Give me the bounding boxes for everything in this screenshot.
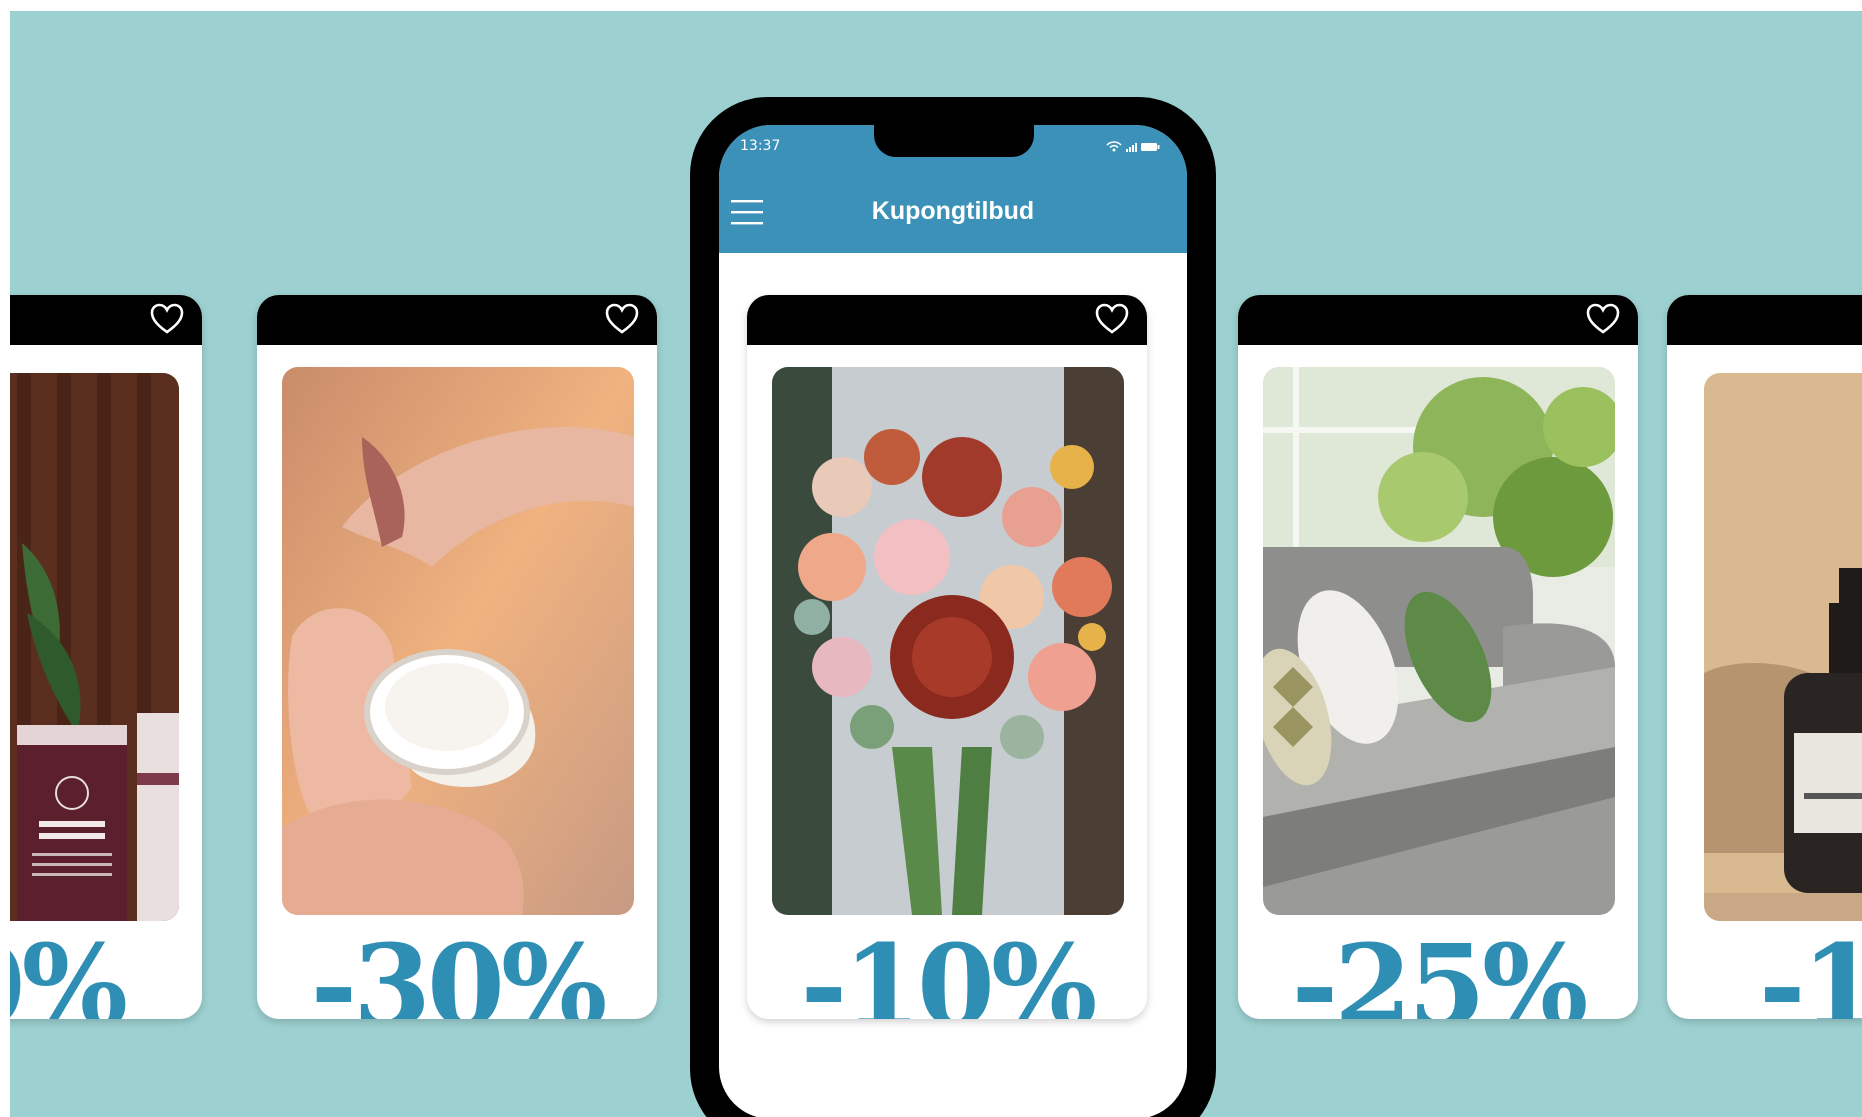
heart-icon[interactable] [150,303,184,335]
coupon-card-bouquet[interactable]: -10% [747,295,1147,1019]
hand-cream-photo [282,367,634,915]
card-header-bar [747,295,1147,345]
phone-screen: 13:37 Kupongtilbud -10% [719,125,1187,1117]
status-icons [1106,141,1160,152]
coupon-card-hand-cream[interactable]: -30% [257,295,657,1019]
app-bar: 13:37 Kupongtilbud [719,125,1187,253]
coupon-card-sofa[interactable]: -25% [1238,295,1638,1019]
discount-label: -15 [1759,921,1862,1020]
discount-label: 0% [10,921,128,1020]
wifi-icon [1106,141,1122,152]
discount-label: -25% [1291,921,1589,1020]
discount-label: -10% [800,921,1098,1020]
heart-icon[interactable] [605,303,639,335]
card-header-bar [1238,295,1638,345]
card-header-bar [257,295,657,345]
coupon-card-coffee[interactable]: 0% [10,295,202,1019]
app-title: Kupongtilbud [871,197,1035,225]
signal-icon [1126,143,1137,152]
status-time: 13:37 [740,138,781,154]
grey-sofa-photo [1263,367,1615,915]
heart-icon[interactable] [1095,303,1129,335]
background-canvas: 0% [10,11,1862,1117]
heart-icon[interactable] [1586,303,1620,335]
coffee-boxes-photo [10,373,179,921]
phone-notch [874,125,1034,157]
card-header-bar [1667,295,1862,345]
soap-bottle-photo [1704,373,1862,921]
coupon-card-soap[interactable]: -15 [1667,295,1862,1019]
battery-icon [1141,143,1160,151]
flower-bouquet-photo [772,367,1124,915]
discount-label: -30% [310,921,608,1020]
smartphone-frame: 13:37 Kupongtilbud -10% [690,97,1216,1117]
